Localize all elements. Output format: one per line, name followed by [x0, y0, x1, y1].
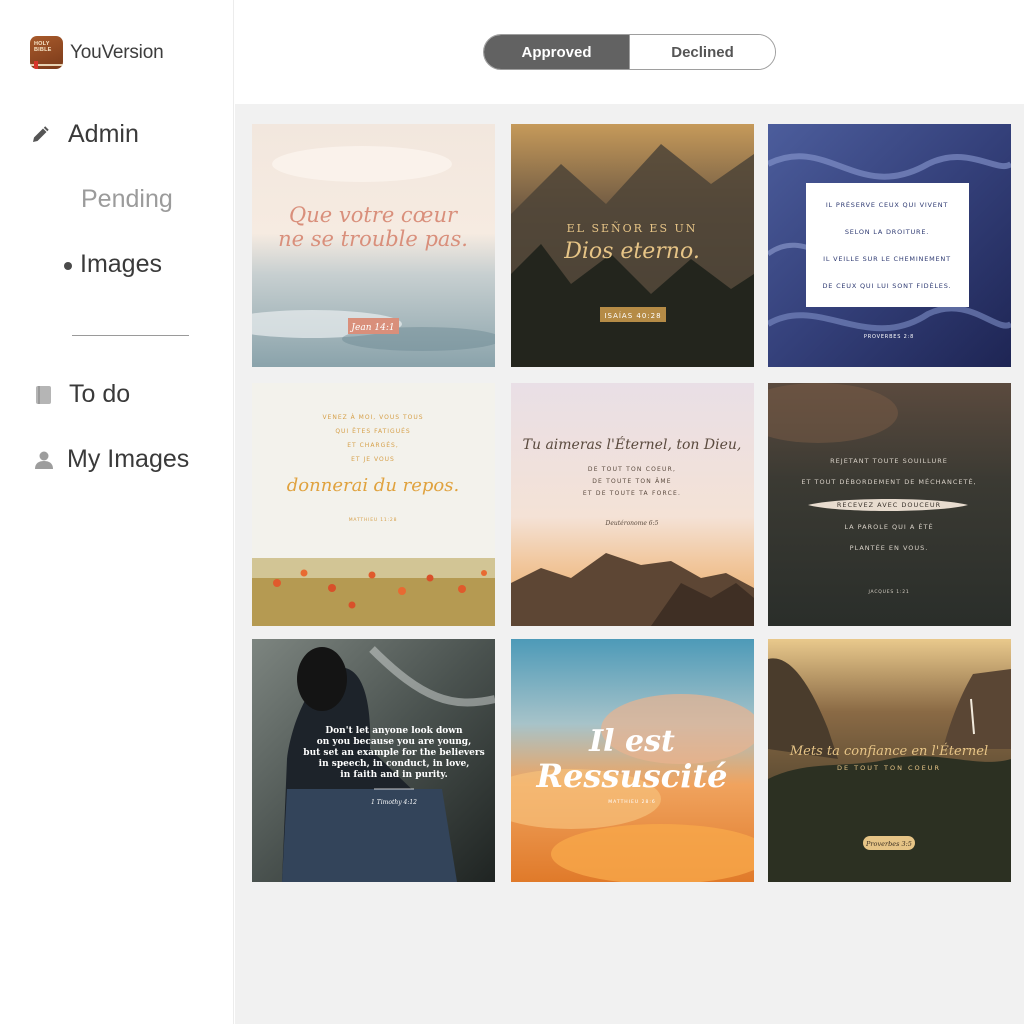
nav-todo[interactable]: To do	[34, 380, 130, 409]
logo-text: HOLY BIBLE	[34, 41, 52, 53]
sidebar: HOLY BIBLE YouVersion Admin Pending Imag…	[0, 0, 234, 1024]
image-card[interactable]: REJETANT TOUTE SOUILLURE ET TOUT DÉBORDE…	[768, 383, 1011, 626]
tab-approved[interactable]: Approved	[484, 35, 629, 69]
verse-line: IL PRÉSERVE CEUX QUI VIVENT	[826, 200, 948, 209]
verse-line: IL VEILLE SUR LE CHEMINEMENT	[823, 255, 951, 263]
verse-line: in speech, in conduct, in love,	[319, 759, 470, 769]
verse-line: Il est	[588, 724, 675, 759]
verse-line: ET TOUT DÉBORDEMENT DE MÉCHANCETÉ,	[801, 477, 976, 486]
image-card[interactable]: VENEZ À MOI, VOUS TOUS QUI ÊTES FATIGUÉS…	[252, 383, 495, 626]
user-icon	[34, 450, 54, 470]
verse-line: Don't let anyone look down	[325, 726, 463, 736]
verse-line: Ressuscité	[535, 757, 727, 795]
image-card[interactable]: Don't let anyone look down on you becaus…	[252, 639, 495, 882]
nav-admin[interactable]: Admin	[30, 120, 139, 149]
image-card[interactable]: Il est Ressuscité MATTHIEU 28:6	[511, 639, 754, 882]
verse-reference: Deutéronome 6:5	[605, 520, 659, 527]
verse-line: DE TOUTE TON ÂME	[592, 478, 672, 485]
verse-reference: MATTHIEU 28:6	[608, 799, 655, 805]
image-card[interactable]: EL SEÑOR ES UN Dios eterno. ISAÍAS 40:28	[511, 124, 754, 367]
brand[interactable]: HOLY BIBLE YouVersion	[30, 36, 164, 69]
status-toggle: Approved Declined	[483, 34, 776, 70]
verse-line: DE CEUX QUI LUI SONT FIDÈLES.	[822, 281, 951, 290]
verse-line: ET CHARGÉS,	[347, 441, 399, 449]
verse-line: REJETANT TOUTE SOUILLURE	[830, 457, 948, 465]
verse-reference: PROVERBES 2:8	[864, 334, 914, 340]
main-content: Approved Declined Que votre cœur ne se t…	[235, 0, 1024, 1024]
image-card[interactable]: Que votre cœur ne se trouble pas. Jean 1…	[252, 124, 495, 367]
nav-todo-label: To do	[69, 380, 131, 408]
verse-reference: ISAÍAS 40:28	[604, 311, 661, 320]
bible-app-logo-icon: HOLY BIBLE	[30, 36, 63, 69]
verse-line: LA PAROLE QUI A ÉTÉ	[844, 522, 933, 531]
verse-script: donnerai du repos.	[287, 475, 459, 496]
verse-reference: MATTHIEU 11:28	[349, 517, 397, 523]
verse-script: Tu aimeras l'Éternel, ton Dieu,	[523, 435, 742, 453]
verse-line: in faith and in purity.	[340, 770, 447, 780]
tab-declined[interactable]: Declined	[629, 35, 775, 69]
verse-line: ET JE VOUS	[351, 456, 395, 463]
nav-images[interactable]: Images	[80, 250, 162, 279]
nav-pending[interactable]: Pending	[81, 185, 173, 214]
verse-line: PLANTÉE EN VOUS.	[850, 543, 929, 552]
verse-reference: Proverbes 3:5	[865, 840, 912, 848]
brand-name: YouVersion	[70, 41, 164, 63]
image-card[interactable]: Tu aimeras l'Éternel, ton Dieu, DE TOUT …	[511, 383, 754, 626]
verse-reference: Jean 14:1	[349, 323, 394, 333]
verse-script: Mets ta confiance en l'Éternel	[789, 743, 988, 759]
verse-reference: JACQUES 1:21	[867, 589, 909, 595]
active-indicator-dot	[64, 262, 72, 270]
verse-line: DE TOUT TON COEUR,	[588, 466, 676, 473]
verse-line: RECEVEZ AVEC DOUCEUR	[837, 501, 941, 509]
verse-line: VENEZ À MOI, VOUS TOUS	[322, 414, 423, 421]
verse-line: ET DE TOUTE TA FORCE.	[583, 490, 681, 497]
topbar: Approved Declined	[235, 0, 1024, 104]
verse-line: ne se trouble pas.	[278, 227, 468, 251]
image-card[interactable]: Mets ta confiance en l'Éternel DE TOUT T…	[768, 639, 1011, 882]
verse-line: QUI ÊTES FATIGUÉS	[335, 427, 410, 435]
verse-line: EL SEÑOR ES UN	[567, 221, 698, 235]
nav-my-images-label: My Images	[67, 445, 190, 473]
verse-line: on you because you are young,	[317, 737, 471, 747]
sidebar-divider	[72, 335, 189, 336]
app: HOLY BIBLE YouVersion Admin Pending Imag…	[0, 0, 1024, 1024]
book-icon	[34, 385, 54, 405]
image-card[interactable]: IL PRÉSERVE CEUX QUI VIVENT SELON LA DRO…	[768, 124, 1011, 367]
verse-line: but set an example for the believers	[303, 748, 484, 758]
nav-admin-label: Admin	[68, 120, 139, 148]
verse-reference: 1 Timothy 4:12	[371, 799, 417, 806]
nav-my-images[interactable]: My Images	[34, 445, 189, 474]
verse-line: DE TOUT TON COEUR	[837, 764, 941, 772]
verse-line: Que votre cœur	[289, 203, 459, 227]
verse-line: SELON LA DROITURE.	[845, 228, 929, 236]
verse-line: Dios eterno.	[563, 239, 700, 264]
pencil-icon	[30, 125, 50, 144]
